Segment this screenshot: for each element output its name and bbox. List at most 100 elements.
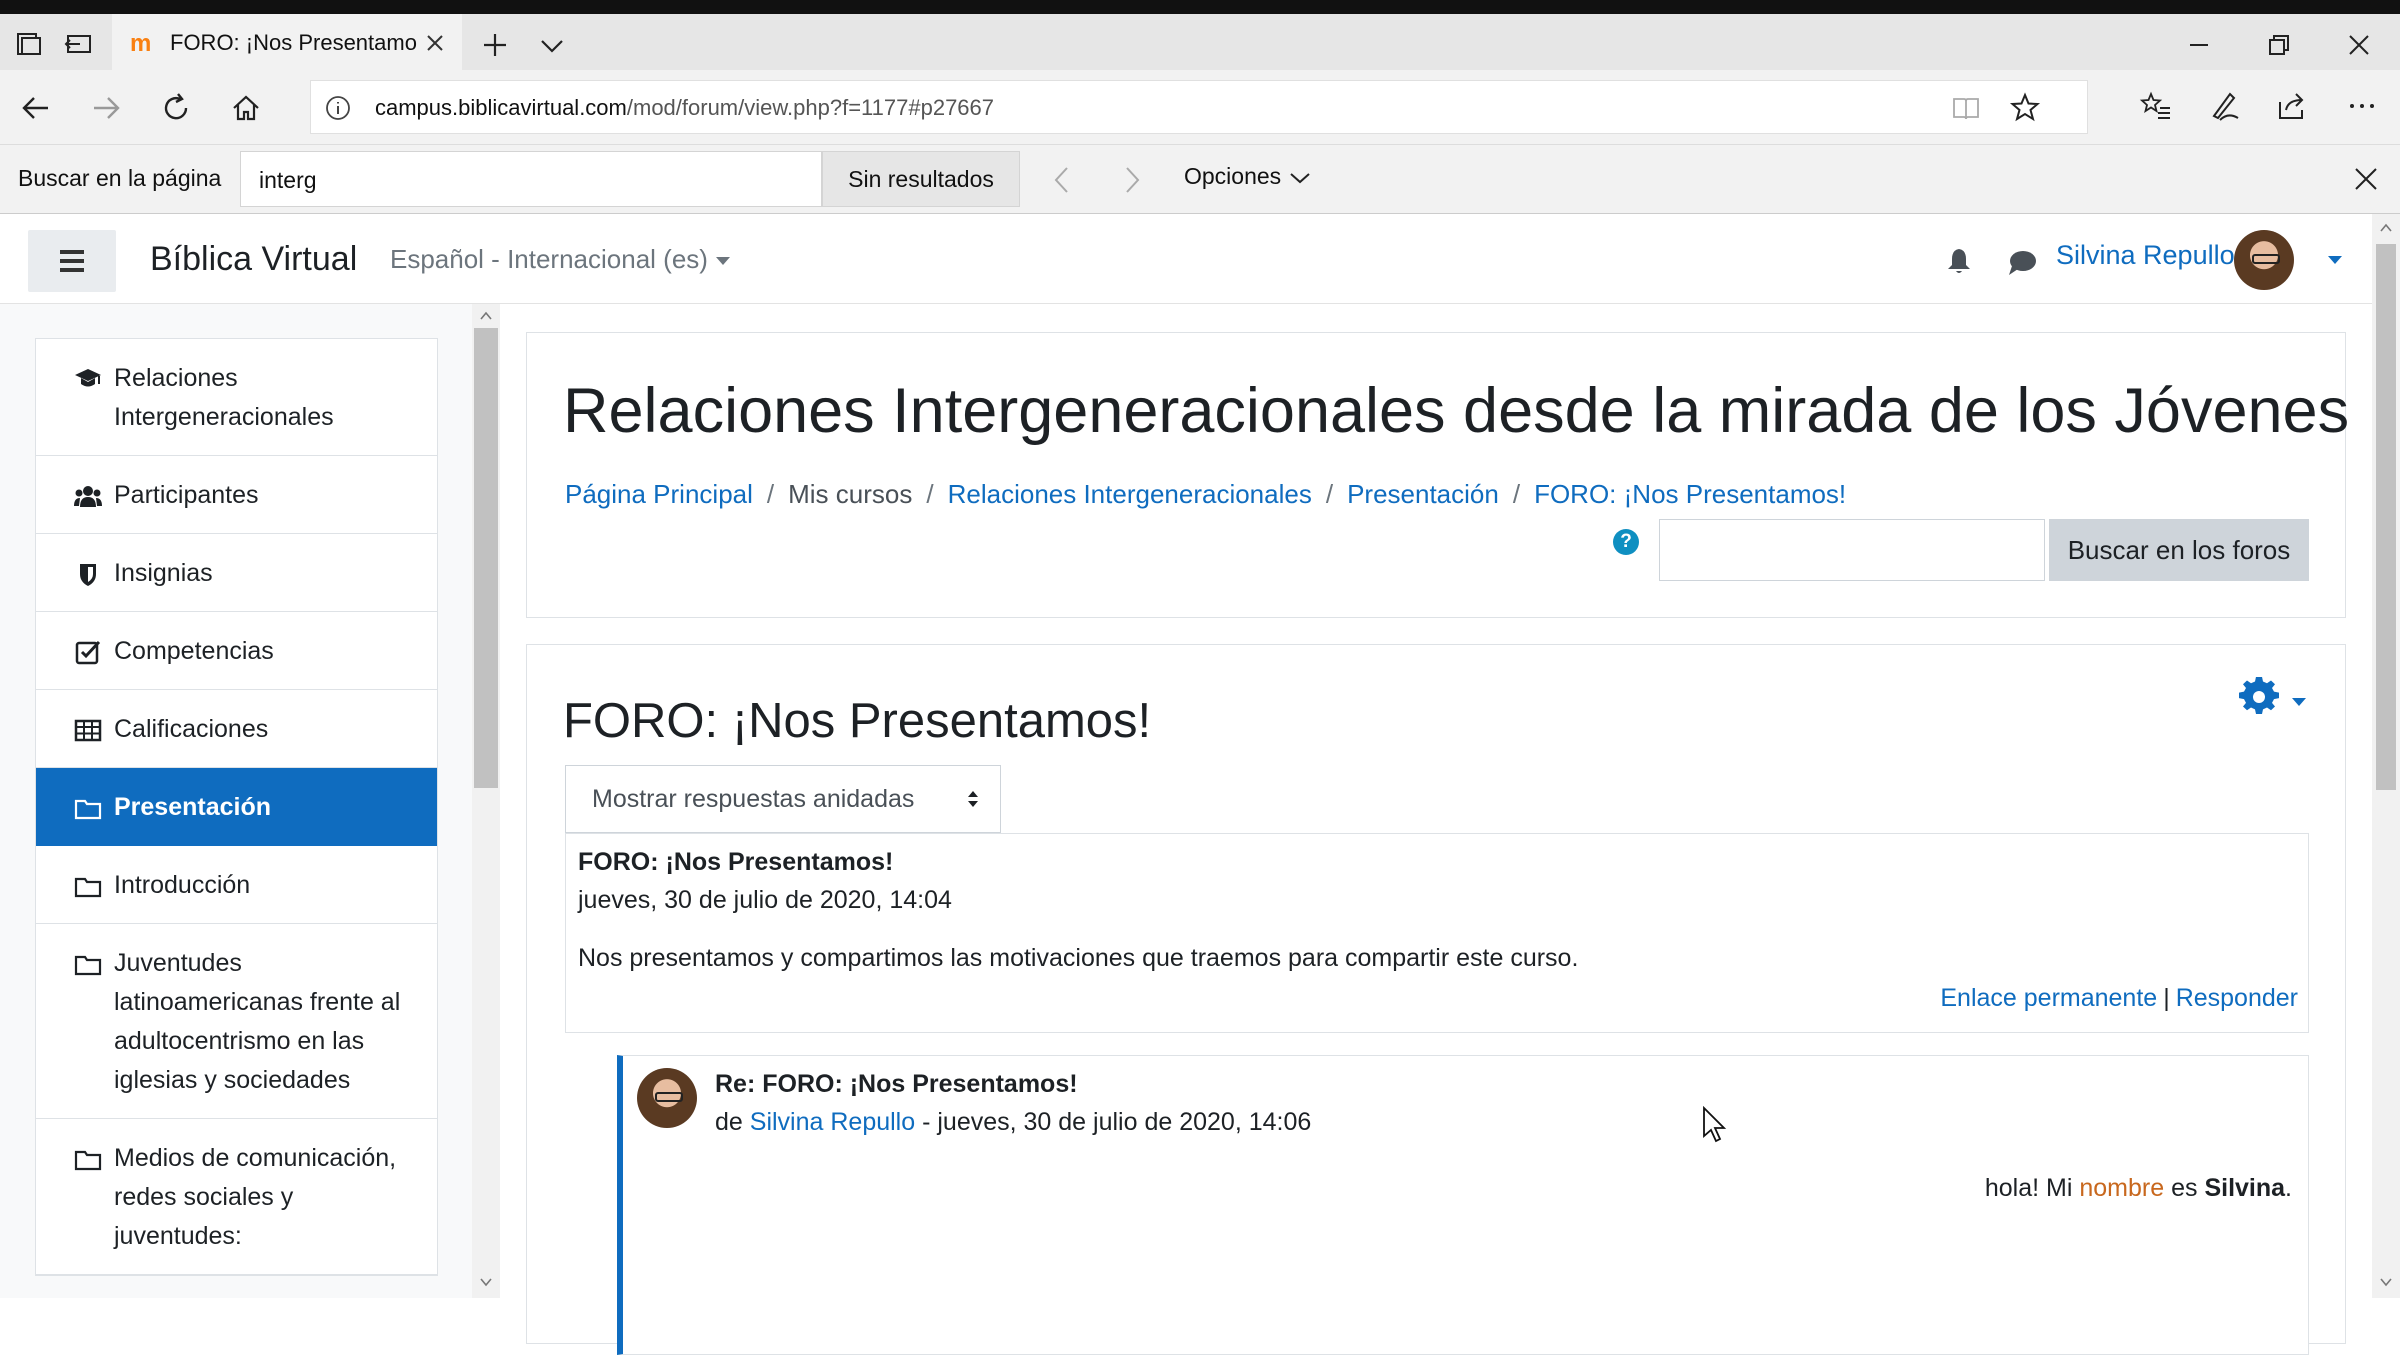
hamburger-icon (60, 250, 84, 254)
page-title: Relaciones Intergeneracionales desde la … (563, 376, 2350, 446)
home-icon[interactable] (228, 90, 264, 126)
drawer-scroll-thumb[interactable] (474, 328, 498, 788)
page-scrollbar[interactable] (2372, 214, 2400, 1298)
folder-icon (74, 1150, 102, 1171)
gear-icon[interactable] (2239, 677, 2279, 717)
messages-chat-icon[interactable] (2006, 248, 2038, 278)
help-icon[interactable]: ? (1613, 529, 1639, 555)
breadcrumb-course[interactable]: Relaciones Intergeneracionales (948, 479, 1312, 509)
menu-toggle-button[interactable] (28, 230, 116, 292)
post-subject: Re: FORO: ¡Nos Presentamos! (715, 1070, 1078, 1098)
find-next-icon[interactable] (1116, 163, 1148, 197)
language-label: Español - Internacional (es) (390, 244, 708, 274)
nav-item-label: Participantes (114, 481, 259, 509)
forum-search-button[interactable]: Buscar en los foros (2049, 519, 2309, 581)
nav-item-label: Juventudes latinoamericanas frente al ad… (114, 949, 401, 1094)
shield-icon (80, 564, 96, 586)
refresh-icon[interactable] (158, 90, 194, 126)
reply-link[interactable]: Responder (2176, 984, 2298, 1012)
find-input[interactable]: interg (240, 151, 822, 207)
display-mode-select[interactable]: Mostrar respuestas anidadas (565, 765, 1001, 833)
user-menu-caret-icon[interactable] (2326, 254, 2344, 266)
restore-icon[interactable] (2262, 28, 2296, 62)
nav-item-calificaciones[interactable]: Calificaciones (36, 690, 437, 768)
more-options-icon[interactable] (2344, 88, 2380, 124)
drawer-scrollbar[interactable] (472, 304, 500, 1298)
language-menu[interactable]: Español - Internacional (es) (390, 244, 732, 275)
close-find-icon[interactable] (2350, 163, 2382, 195)
moodle-favicon-icon: m (130, 30, 152, 57)
chevron-down-icon (1290, 173, 1310, 184)
nav-item-insignias[interactable]: Insignias (36, 534, 437, 612)
scroll-up-icon[interactable] (478, 308, 494, 324)
info-icon[interactable] (325, 95, 351, 121)
nav-item-course[interactable]: Relaciones Intergeneracionales (36, 339, 437, 456)
favorites-list-icon[interactable] (2138, 88, 2174, 124)
mouse-cursor-icon (1703, 1106, 1727, 1143)
pen-notes-icon[interactable] (2206, 88, 2242, 124)
nav-drawer: Relaciones Intergeneracionales Participa… (0, 304, 500, 1298)
display-mode-value: Mostrar respuestas anidadas (592, 785, 915, 813)
folder-icon (74, 877, 102, 898)
table-icon (74, 719, 102, 742)
find-options-label: Opciones (1184, 163, 1282, 189)
user-avatar[interactable] (2234, 230, 2294, 290)
site-header: Bíblica Virtual Español - Internacional … (0, 214, 2372, 304)
find-results: Sin resultados (822, 151, 1020, 207)
breadcrumb-section[interactable]: Presentación (1347, 479, 1499, 509)
close-window-icon[interactable] (2342, 28, 2376, 62)
graduation-cap-icon (75, 369, 101, 387)
close-tab-icon[interactable] (424, 32, 446, 54)
caret-down-icon[interactable] (2291, 697, 2307, 707)
forum-reply-post: Re: FORO: ¡Nos Presentamos! de Silvina R… (617, 1055, 2309, 1355)
author-link[interactable]: Silvina Repullo (750, 1108, 915, 1136)
chevron-down-icon[interactable] (536, 32, 568, 60)
notification-bell-icon[interactable] (1944, 246, 1974, 276)
find-label: Buscar en la página (18, 165, 222, 191)
nav-item-participantes[interactable]: Participantes (36, 456, 437, 534)
back-arrow-icon[interactable] (18, 90, 54, 126)
browser-tab-bar: m FORO: ¡Nos Presentamo (0, 14, 2400, 70)
caret-down-icon (715, 257, 730, 266)
page-scroll-thumb[interactable] (2376, 244, 2396, 790)
check-square-icon (75, 640, 101, 665)
new-tab-icon[interactable] (478, 28, 512, 62)
favorite-star-icon[interactable] (2009, 91, 2041, 123)
forward-arrow-icon[interactable] (88, 90, 124, 126)
scroll-down-icon[interactable] (478, 1274, 494, 1290)
post-commands: Enlace permanente | Responder (1940, 984, 2298, 1013)
author-avatar[interactable] (637, 1068, 697, 1128)
main-region: Relaciones Intergeneracionales desde la … (500, 304, 2372, 1355)
scroll-down-icon[interactable] (2378, 1274, 2394, 1290)
post-subject: FORO: ¡Nos Presentamos! (578, 848, 894, 876)
nav-item-juventudes[interactable]: Juventudes latinoamericanas frente al ad… (36, 924, 437, 1119)
post-body: Nos presentamos y compartimos las motiva… (578, 944, 1579, 972)
command-separator: | (2163, 984, 2170, 1012)
nav-item-medios[interactable]: Medios de comunicación, redes sociales y… (36, 1119, 437, 1275)
folder-icon (74, 799, 102, 820)
nav-item-competencias[interactable]: Competencias (36, 612, 437, 690)
forum-search-input[interactable] (1659, 519, 2045, 581)
site-brand[interactable]: Bíblica Virtual (150, 240, 357, 279)
breadcrumb-home[interactable]: Página Principal (565, 479, 753, 509)
tab-forum[interactable]: m FORO: ¡Nos Presentamo (112, 14, 462, 70)
find-options-button[interactable]: Opciones (1184, 163, 1311, 190)
nav-list: Relaciones Intergeneracionales Participa… (35, 338, 438, 1276)
tab-title: FORO: ¡Nos Presentamo (170, 30, 417, 55)
breadcrumb-forum[interactable]: FORO: ¡Nos Presentamos! (1534, 479, 1846, 509)
nav-item-label: Relaciones Intergeneracionales (114, 364, 334, 431)
nav-item-introduccion[interactable]: Introducción (36, 846, 437, 924)
scroll-up-icon[interactable] (2378, 220, 2394, 236)
minimize-icon[interactable] (2182, 28, 2216, 62)
set-aside-tabs-icon[interactable] (62, 28, 94, 60)
nav-item-presentacion[interactable]: Presentación (36, 768, 437, 846)
share-icon[interactable] (2274, 88, 2310, 124)
forum-card: FORO: ¡Nos Presentamos! Mostrar respuest… (526, 644, 2346, 1355)
permalink-link[interactable]: Enlace permanente (1940, 984, 2157, 1012)
tab-preview-icon[interactable] (12, 28, 44, 60)
user-name[interactable]: Silvina Repullo (2056, 240, 2235, 271)
address-bar[interactable]: campus.biblicavirtual.com/mod/forum/view… (310, 80, 2088, 134)
users-icon (74, 486, 102, 507)
reading-view-icon[interactable] (1951, 93, 1981, 123)
find-previous-icon[interactable] (1046, 163, 1078, 197)
